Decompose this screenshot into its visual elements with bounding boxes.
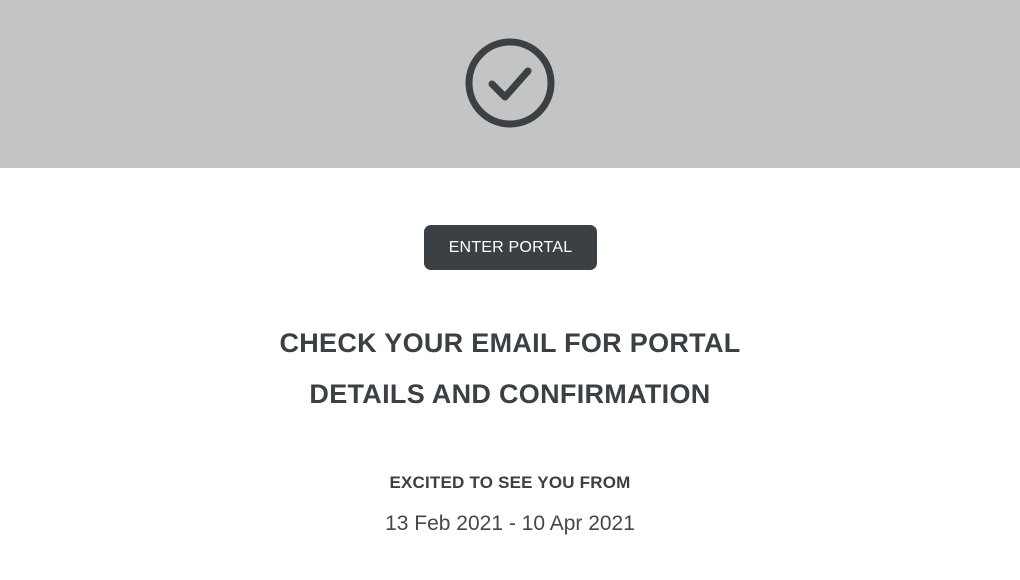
confirmation-message: CHECK YOUR EMAIL FOR PORTAL DETAILS AND … [0, 318, 1020, 420]
confirmation-banner [0, 0, 1020, 168]
stay-dates: 13 Feb 2021 - 10 Apr 2021 [385, 512, 635, 535]
confirmation-message-line-2: DETAILS AND CONFIRMATION [309, 379, 711, 409]
enter-portal-button[interactable]: ENTER PORTAL [424, 225, 597, 270]
confirmation-message-line-1: CHECK YOUR EMAIL FOR PORTAL [279, 328, 741, 358]
check-circle-icon [465, 38, 555, 128]
stay-label: EXCITED TO SEE YOU FROM [389, 473, 631, 492]
